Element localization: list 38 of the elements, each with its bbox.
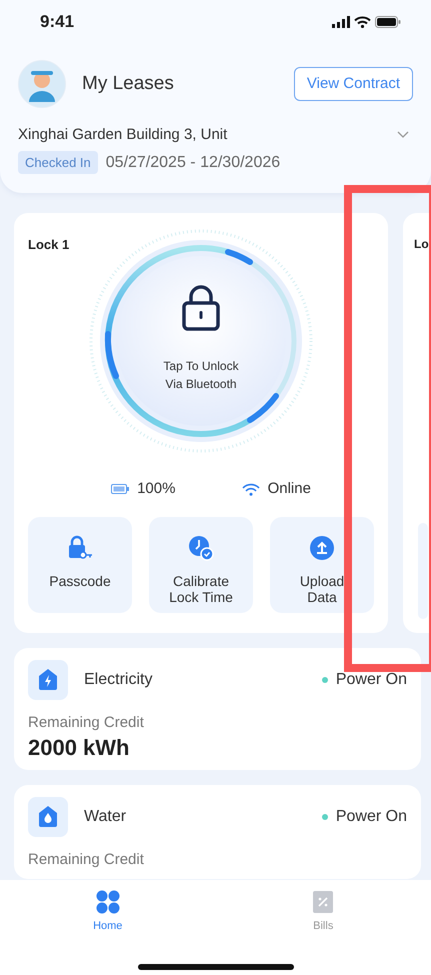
view-contract-button[interactable]: View Contract: [294, 67, 413, 101]
status-time: 9:41: [40, 11, 74, 34]
tab[interactable]: Home: [0, 880, 216, 964]
house-drop-icon: [37, 805, 59, 828]
utility-name: Electricity: [84, 670, 152, 690]
status-tag: Checked In: [18, 150, 98, 174]
page-title: My Leases: [82, 72, 174, 96]
avatar-icon: [18, 60, 66, 108]
action-button[interactable]: Upload Data: [270, 516, 374, 612]
remaining-credit-label: Remaining Credit: [28, 850, 145, 870]
unlock-button[interactable]: Tap To Unlock Via Bluetooth: [86, 226, 316, 456]
house-bolt-icon: [37, 668, 59, 691]
utility-name: Water: [84, 806, 126, 826]
wifi-icon: [354, 16, 371, 28]
wifi-icon: [242, 482, 260, 496]
lease-dates: 05/27/2025 - 12/30/2026: [106, 152, 280, 172]
connection-status: Online: [268, 479, 311, 499]
padlock-key-icon: [67, 534, 93, 560]
battery-icon: [375, 16, 401, 28]
lock-name: Lock 1: [28, 236, 70, 254]
remaining-credit-value: 2000 kWh: [28, 734, 130, 762]
remaining-credit-label: Remaining Credit: [28, 712, 145, 732]
grid-icon: [96, 890, 120, 914]
bill-icon: [311, 890, 336, 914]
lock-name: Lo: [414, 236, 429, 252]
action-tile[interactable]: [418, 522, 428, 618]
power-status: Power On: [336, 670, 407, 690]
clock-check-icon: [188, 534, 214, 560]
signal-icon: [332, 16, 350, 28]
property-name: Xinghai Garden Building 3, Unit: [18, 125, 228, 145]
action-button[interactable]: Passcode: [28, 516, 132, 612]
lock-icon: [181, 285, 221, 331]
battery-icon: [111, 484, 130, 494]
action-button[interactable]: Calibrate Lock Time: [149, 516, 253, 612]
upload-icon: [309, 534, 335, 560]
battery-level: 100%: [137, 479, 176, 499]
chevron-down-icon[interactable]: [397, 131, 409, 140]
power-status: Power On: [336, 806, 407, 826]
